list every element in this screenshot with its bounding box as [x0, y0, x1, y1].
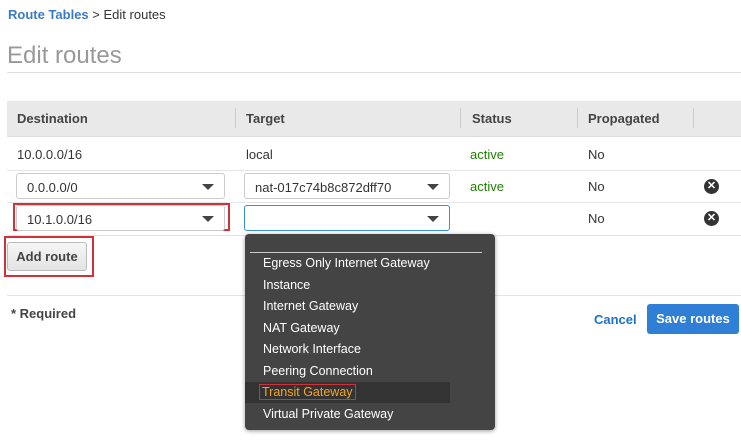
- menu-item-network-interface[interactable]: Network Interface: [263, 342, 361, 356]
- breadcrumb-route-tables-link[interactable]: Route Tables: [8, 7, 89, 22]
- chevron-down-icon: [202, 216, 214, 222]
- row2-destination-select[interactable]: 0.0.0.0/0: [16, 173, 225, 199]
- row3-destination-value: 10.1.0.0/16: [27, 212, 93, 227]
- menu-divider: [250, 252, 482, 253]
- menu-item-instance[interactable]: Instance: [263, 278, 310, 292]
- save-routes-button[interactable]: Save routes: [647, 304, 739, 334]
- breadcrumb-current: Edit routes: [103, 7, 166, 22]
- row3-propagated: No: [588, 211, 605, 226]
- column-separator: [693, 108, 694, 128]
- menu-item-egress-only-internet-gateway[interactable]: Egress Only Internet Gateway: [263, 256, 430, 270]
- row3-destination-select[interactable]: 10.1.0.0/16: [16, 205, 225, 231]
- menu-item-internet-gateway[interactable]: Internet Gateway: [263, 299, 358, 313]
- chevron-down-icon: [427, 184, 439, 190]
- menu-item-peering-connection[interactable]: Peering Connection: [263, 364, 373, 378]
- row3-target-select[interactable]: [244, 205, 450, 231]
- menu-item-nat-gateway[interactable]: NAT Gateway: [263, 321, 340, 335]
- remove-route-icon[interactable]: ✕: [704, 211, 719, 226]
- row2-target-value: nat-017c74b8c872dff70: [255, 180, 392, 195]
- menu-item-transit-gateway[interactable]: Transit Gateway: [259, 384, 356, 400]
- row1-destination: 10.0.0.0/16: [17, 147, 83, 162]
- row2-status: active: [470, 179, 504, 194]
- menu-item-virtual-private-gateway[interactable]: Virtual Private Gateway: [263, 407, 393, 421]
- header-status: Status: [472, 111, 512, 126]
- row2-propagated: No: [588, 179, 605, 194]
- required-note: * Required: [11, 306, 77, 321]
- target-dropdown-menu: Egress Only Internet Gateway Instance In…: [245, 234, 495, 430]
- chevron-down-icon: [202, 184, 214, 190]
- chevron-down-icon: [427, 216, 439, 222]
- header-target: Target: [246, 111, 285, 126]
- header-destination: Destination: [17, 111, 88, 126]
- column-separator: [577, 108, 578, 128]
- remove-route-icon[interactable]: ✕: [704, 179, 719, 194]
- breadcrumb-separator: >: [92, 7, 100, 22]
- column-separator: [460, 108, 461, 128]
- row2-target-select[interactable]: nat-017c74b8c872dff70: [244, 173, 450, 199]
- cancel-link[interactable]: Cancel: [594, 312, 637, 327]
- breadcrumb: Route Tables > Edit routes: [8, 7, 166, 22]
- row1-target: local: [246, 147, 273, 162]
- column-separator: [235, 108, 236, 128]
- row1-status: active: [470, 147, 504, 162]
- header-propagated: Propagated: [588, 111, 660, 126]
- page-title: Edit routes: [7, 42, 122, 69]
- row2-destination-value: 0.0.0.0/0: [27, 180, 78, 195]
- add-route-button[interactable]: Add route: [7, 242, 87, 271]
- row-divider: [7, 170, 741, 171]
- title-divider: [7, 72, 741, 73]
- row1-propagated: No: [588, 147, 605, 162]
